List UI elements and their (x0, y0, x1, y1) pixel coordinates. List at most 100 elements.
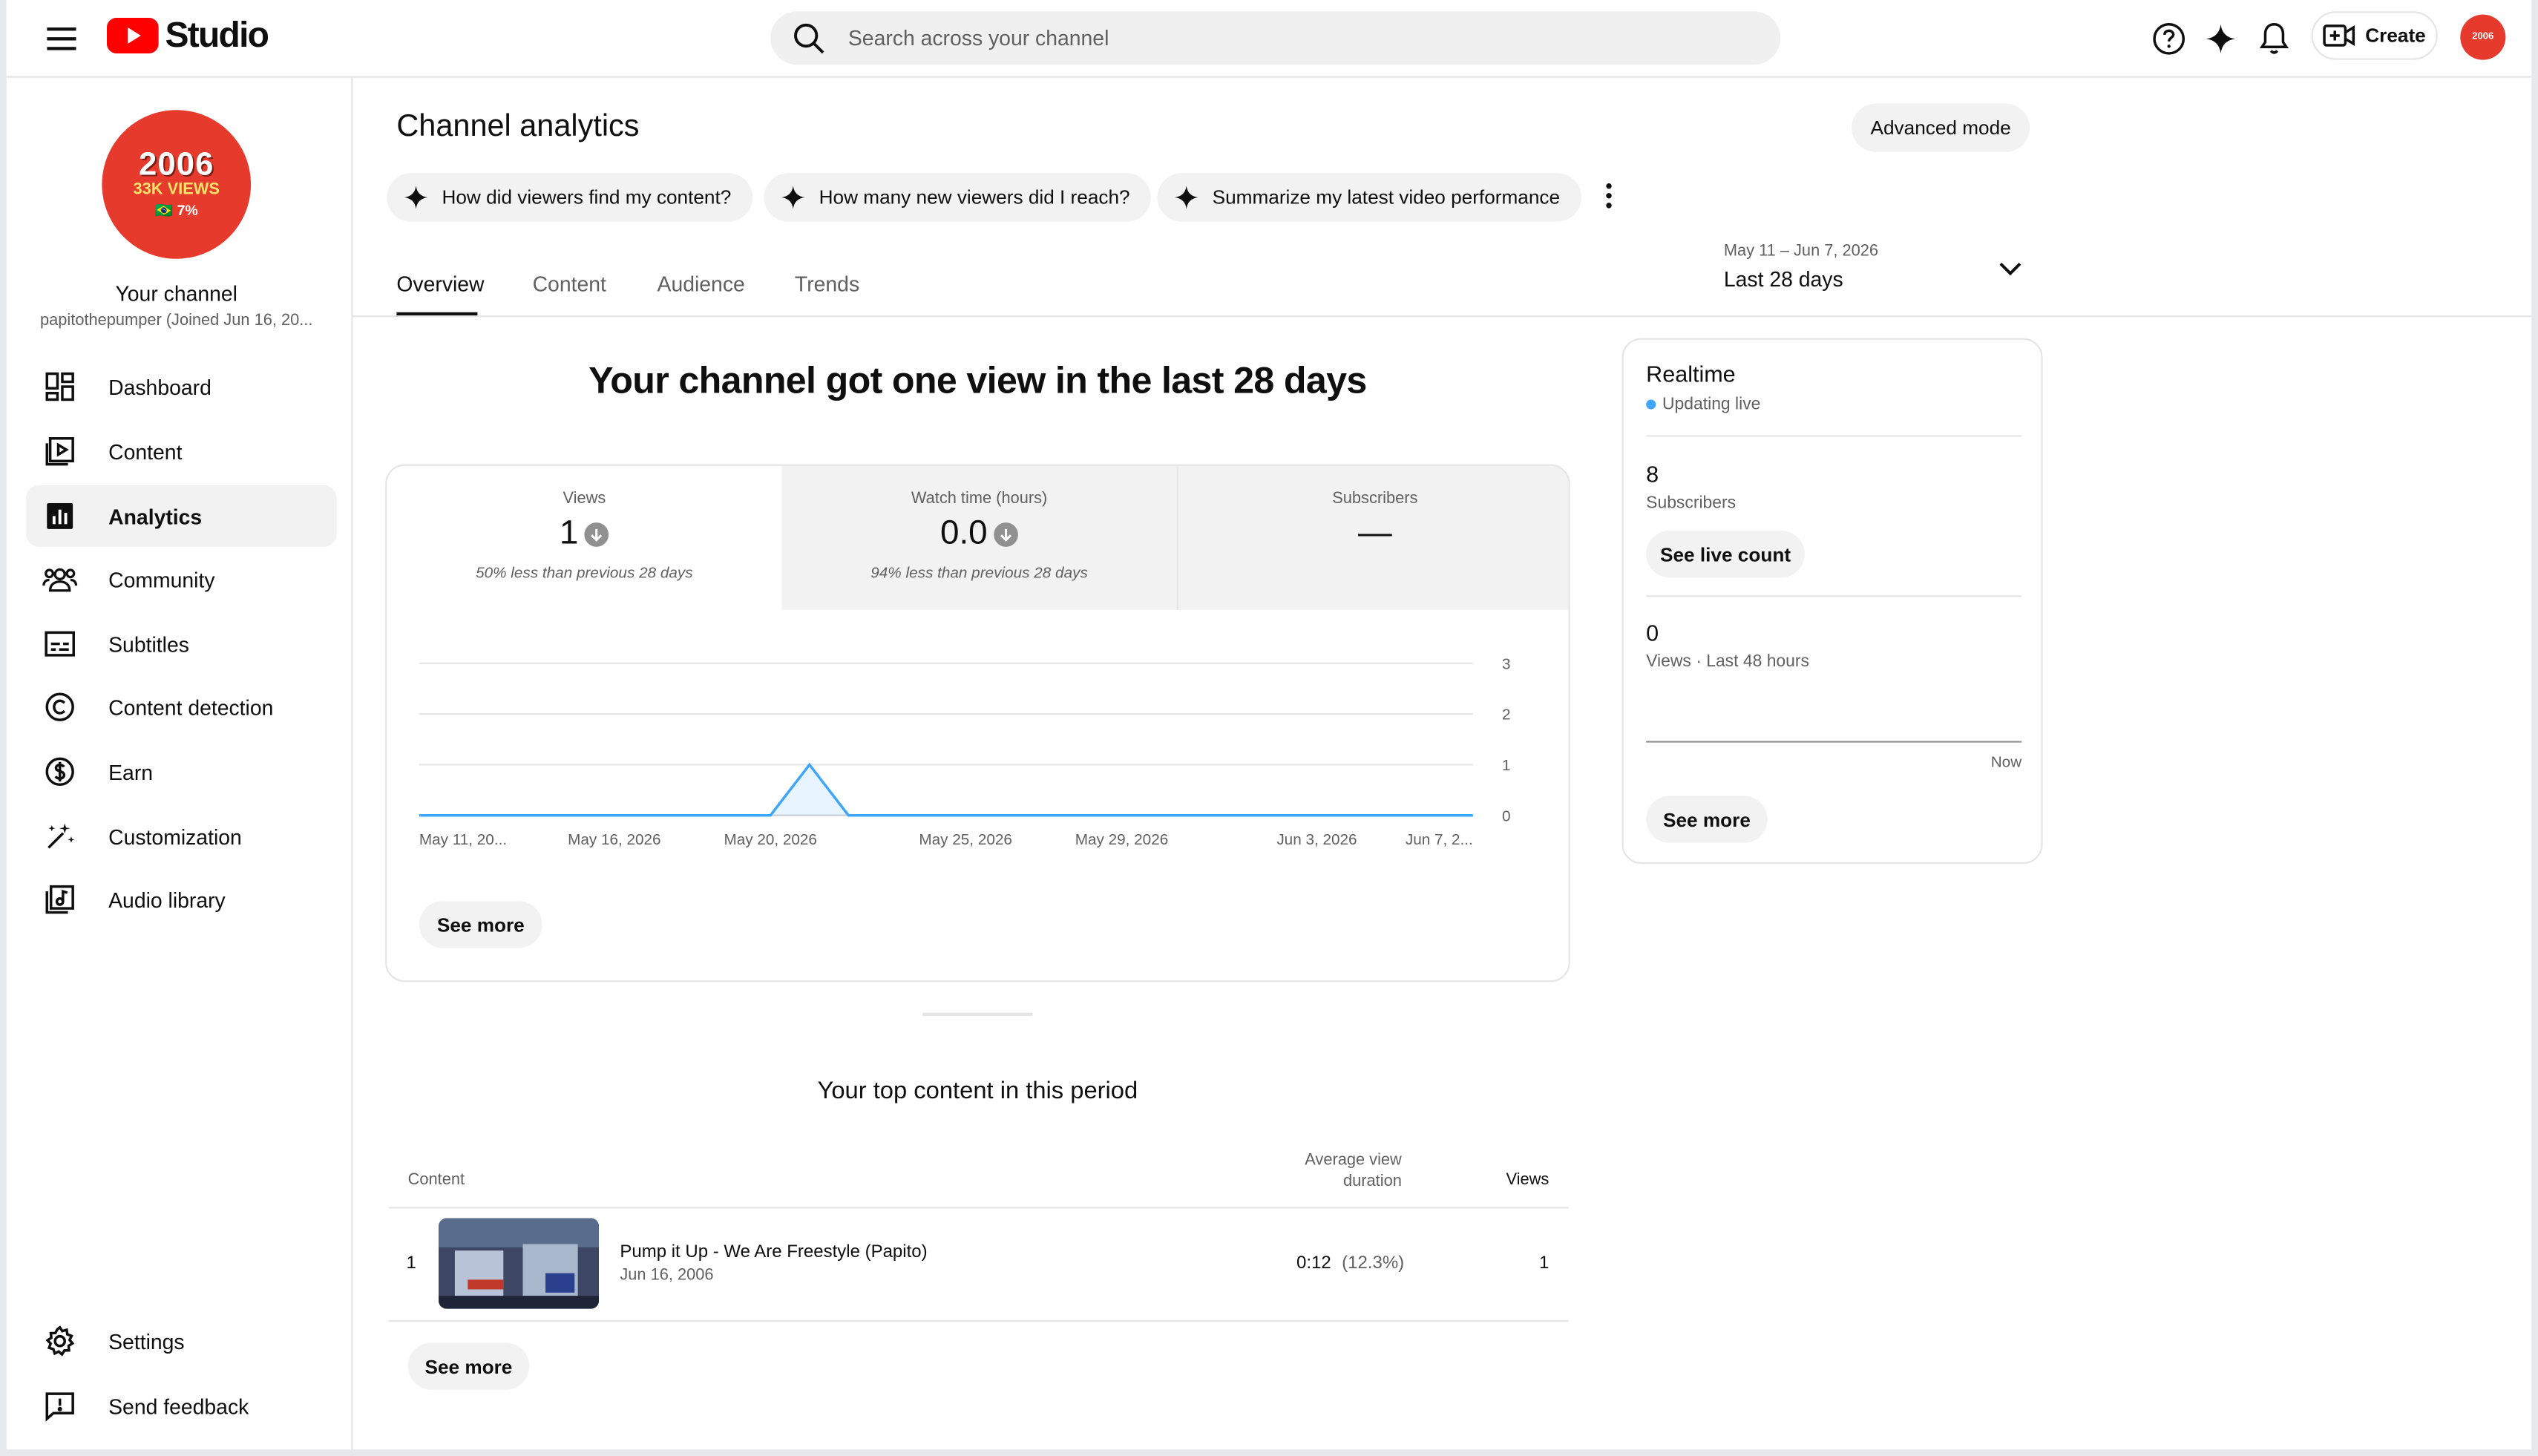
youtube-logo-icon (106, 17, 159, 53)
create-button[interactable]: Create (2311, 11, 2438, 60)
metric-watch-time[interactable]: Watch time (hours) 0.0 94% less than pre… (781, 465, 1177, 610)
tab-audience[interactable]: Audience (658, 272, 745, 296)
metric-subscribers[interactable]: Subscribers — (1176, 465, 1569, 610)
dollar-icon (42, 754, 78, 790)
row-rank: 1 (406, 1253, 416, 1273)
sidebar-item-subtitles[interactable]: Subtitles (26, 613, 337, 675)
video-add-icon (2323, 24, 2355, 47)
sidebar-item-label: Audio library (108, 887, 226, 912)
date-range-text: May 11 – Jun 7, 2026 (1723, 243, 1879, 260)
sidebar-item-customization[interactable]: Customization (26, 806, 337, 868)
sidebar-item-content[interactable]: Content (26, 421, 337, 482)
row-video-date: Jun 16, 2006 (620, 1266, 714, 1285)
realtime-status-text: Updating live (1662, 394, 1761, 415)
search-input[interactable] (847, 25, 1722, 50)
sidebar-item-audio-library[interactable]: Audio library (26, 869, 337, 931)
x-tick-label: May 29, 2026 (1075, 831, 1168, 848)
notifications-bell-icon[interactable] (2253, 18, 2295, 60)
hamburger-menu-icon[interactable] (39, 16, 84, 62)
magic-wand-icon (42, 819, 78, 854)
see-live-count-button[interactable]: See live count (1646, 531, 1805, 578)
tab-overview[interactable]: Overview (396, 272, 484, 296)
realtime-chart-baseline (1646, 741, 2022, 743)
chevron-down-icon[interactable] (1994, 252, 2027, 285)
section-divider (922, 1012, 1033, 1017)
data-point (847, 814, 850, 816)
col-header-views[interactable]: Views (1463, 1171, 1550, 1189)
data-point (1238, 814, 1240, 816)
data-point (652, 814, 655, 816)
sparkle-icon (781, 186, 805, 209)
data-point (1198, 814, 1201, 816)
create-label: Create (2365, 24, 2426, 47)
realtime-views-value: 0 (1646, 619, 1659, 646)
video-thumbnail[interactable] (439, 1218, 600, 1309)
row-video-title[interactable]: Pump it Up - We Are Freestyle (Papito) (620, 1242, 927, 1262)
arrow-down-icon (994, 522, 1019, 546)
ask-chip-viewers-find[interactable]: How did viewers find my content? (387, 173, 752, 222)
data-point (496, 814, 499, 816)
data-point (692, 814, 694, 816)
sidebar-item-dashboard[interactable]: Dashboard (26, 356, 337, 418)
data-point (1472, 814, 1474, 816)
sidebar-item-content-detection[interactable]: Content detection (26, 676, 337, 738)
x-tick-label: May 16, 2026 (568, 831, 660, 848)
metric-label: Subscribers (1332, 490, 1418, 508)
help-icon[interactable] (2148, 18, 2190, 60)
account-avatar[interactable]: 2006 (2460, 14, 2506, 60)
date-range-label[interactable]: Last 28 days (1724, 267, 1843, 292)
series-line (419, 762, 1473, 817)
see-more-button[interactable]: See more (419, 901, 542, 948)
search-bar[interactable] (770, 11, 1781, 65)
realtime-subscribers-value: 8 (1646, 461, 1659, 488)
audio-library-icon (42, 882, 78, 917)
channel-avatar[interactable]: 2006 33K VIEWS 🇧🇷 7% (102, 110, 252, 259)
chip-label: How many new viewers did I reach? (819, 186, 1130, 209)
ask-chip-summarize[interactable]: Summarize my latest video performance (1157, 173, 1581, 222)
avatar-line1: 2006 (139, 147, 214, 183)
x-tick-label: May 20, 2026 (724, 831, 816, 848)
data-point (770, 814, 772, 816)
sidebar-item-analytics[interactable]: Analytics (25, 485, 337, 547)
channel-title: Your channel (115, 281, 237, 306)
sidebar-item-label: Analytics (108, 504, 203, 528)
copyright-icon (42, 689, 78, 725)
arrow-down-icon (585, 522, 609, 546)
sidebar-item-send-feedback[interactable]: Send feedback (26, 1375, 337, 1437)
studio-logo[interactable]: Studio (106, 15, 269, 57)
sidebar-item-settings[interactable]: Settings (26, 1311, 337, 1372)
data-point (419, 814, 421, 816)
top-content-see-more-button[interactable]: See more (407, 1342, 530, 1390)
data-point (1277, 814, 1279, 816)
metric-value: 1 (559, 514, 579, 552)
tab-content[interactable]: Content (533, 272, 606, 296)
y-tick-label: 0 (1502, 807, 1511, 824)
sidebar-item-label: Settings (108, 1328, 185, 1354)
data-point (808, 764, 810, 766)
metric-views[interactable]: Views 1 50% less than previous 28 days (387, 466, 781, 610)
sidebar-item-community[interactable]: Community (26, 548, 337, 610)
x-tick-label: Jun 3, 2026 (1276, 831, 1357, 848)
chip-label: How did viewers find my content? (442, 186, 732, 209)
sparkle-icon[interactable] (2200, 18, 2242, 60)
ask-chip-new-viewers[interactable]: How many new viewers did I reach? (764, 173, 1151, 222)
row-avd-percent: (12.3%) (1342, 1253, 1405, 1273)
data-point (1082, 814, 1084, 816)
data-point (1003, 814, 1006, 816)
more-options-icon[interactable] (1593, 178, 1625, 214)
realtime-card: Realtime Updating live 8 Subscribers See… (1622, 338, 2043, 865)
x-tick-label: May 11, 20... (419, 831, 507, 848)
advanced-mode-button[interactable]: Advanced mode (1852, 103, 2030, 152)
content-icon (42, 433, 78, 469)
data-point (925, 814, 928, 816)
community-icon (42, 561, 78, 597)
data-point (1160, 814, 1162, 816)
col-header-avg-view-duration[interactable]: Average view duration (1253, 1150, 1402, 1193)
avatar-text: 2006 (2472, 32, 2494, 42)
tab-trends[interactable]: Trends (795, 272, 859, 296)
data-point (1043, 814, 1045, 816)
row-views: 1 (1538, 1253, 1550, 1273)
sidebar-item-earn[interactable]: Earn (26, 741, 337, 802)
realtime-see-more-button[interactable]: See more (1646, 796, 1768, 843)
tabs-divider (352, 315, 2532, 318)
